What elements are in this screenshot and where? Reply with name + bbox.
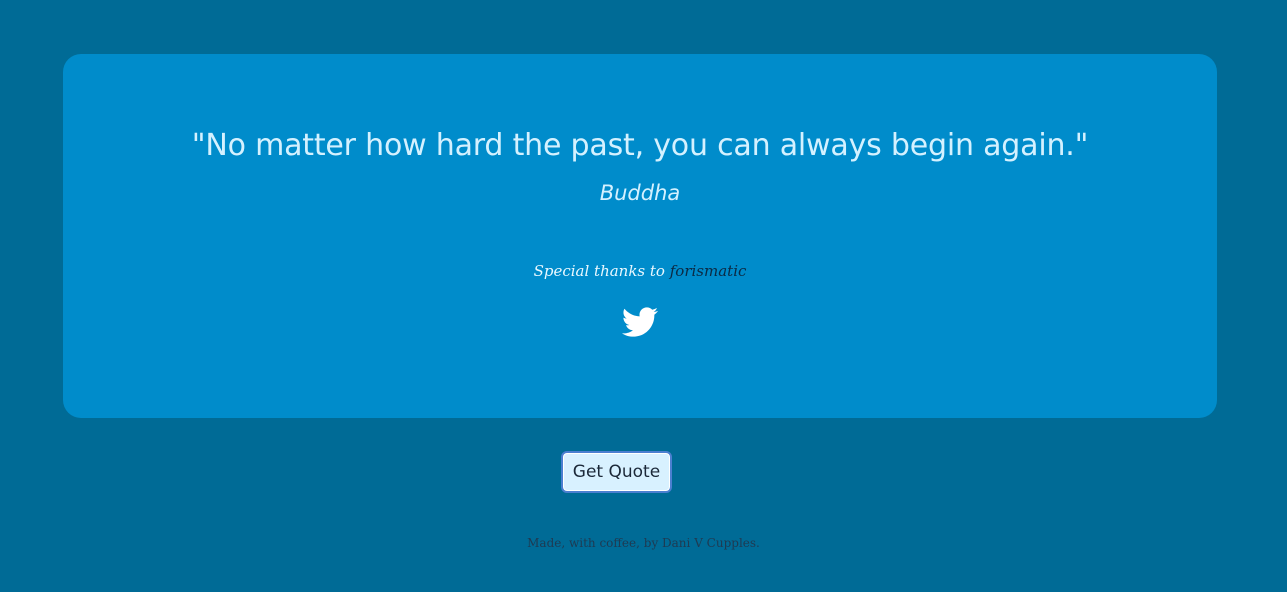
quote-card: "No matter how hard the past, you can al… — [63, 54, 1217, 418]
footer-text: Made, with coffee, by Dani V Cupples. — [527, 536, 760, 550]
forismatic-link[interactable]: forismatic — [670, 262, 747, 280]
credits-line: Special thanks to forismatic — [63, 259, 1217, 283]
quote-text: "No matter how hard the past, you can al… — [191, 128, 1089, 163]
credits-prefix: Special thanks to — [533, 262, 665, 280]
quote-author: Buddha — [599, 181, 681, 205]
twitter-bird-icon — [622, 307, 659, 337]
twitter-share-button[interactable] — [620, 304, 660, 340]
get-quote-button[interactable]: Get Quote — [561, 451, 672, 493]
